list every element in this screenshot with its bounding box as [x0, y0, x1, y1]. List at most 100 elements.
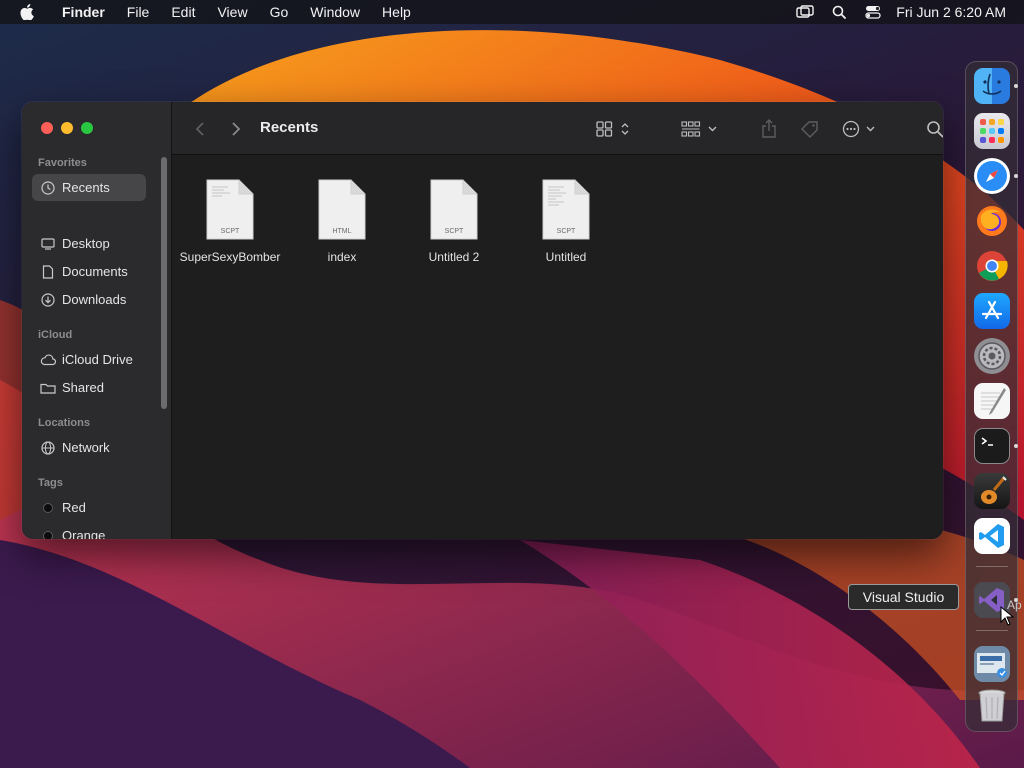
running-indicator	[1014, 174, 1018, 178]
sidebar-section-locations: Locations	[38, 417, 90, 429]
menu-edit[interactable]: Edit	[160, 0, 206, 24]
forward-button[interactable]	[226, 118, 246, 140]
running-indicator	[1014, 84, 1018, 88]
sidebar-item-label: Red	[62, 500, 86, 515]
file-item[interactable]: SCPT Untitled	[511, 179, 621, 265]
menu-app-name[interactable]: Finder	[51, 0, 116, 24]
sidebar-item-desktop[interactable]: Desktop	[32, 230, 146, 257]
window-title: Recents	[260, 119, 319, 136]
sidebar-item-downloads[interactable]: Downloads	[32, 286, 146, 313]
script-file-icon: SCPT	[206, 179, 254, 240]
dock-trash-icon[interactable]	[974, 688, 1010, 724]
menu-window[interactable]: Window	[299, 0, 371, 24]
dock-finder-icon[interactable]	[974, 68, 1010, 104]
apple-menu-icon[interactable]	[17, 0, 37, 24]
dock-terminal-icon[interactable]	[974, 428, 1010, 464]
sidebar-item-label: iCloud Drive	[62, 352, 133, 367]
sidebar-item-documents[interactable]: Documents	[32, 258, 146, 285]
dock	[965, 61, 1018, 732]
tag-dot-icon	[43, 530, 53, 539]
menu-clock[interactable]: Fri Jun 2 6:20 AM	[890, 4, 1006, 20]
menu-go[interactable]: Go	[259, 0, 300, 24]
download-icon	[40, 292, 56, 308]
sidebar-item-tag-red[interactable]: Red	[32, 494, 146, 521]
tag-button[interactable]	[798, 118, 822, 140]
file-name: SuperSexyBomber	[179, 250, 281, 264]
chevron-left-icon	[195, 122, 204, 136]
sidebar-section-tags: Tags	[38, 477, 63, 489]
sidebar-item-recents[interactable]: Recents	[32, 174, 146, 201]
tag-dot-icon	[43, 502, 53, 513]
sidebar-section-favorites: Favorites	[38, 157, 87, 169]
zoom-window-button[interactable]	[81, 122, 93, 134]
share-button[interactable]	[758, 118, 780, 140]
sidebar-item-label: Shared	[62, 380, 104, 395]
dock-app-store-icon[interactable]	[974, 293, 1010, 329]
clock-icon	[40, 180, 56, 196]
file-browser-area[interactable]: SCPT SuperSexyBomber HTML index SCPT Unt…	[172, 155, 943, 539]
sidebar-item-label: Desktop	[62, 236, 110, 251]
chevron-right-icon	[232, 122, 241, 136]
search-icon	[927, 121, 943, 138]
spotlight-icon[interactable]	[822, 0, 856, 24]
running-indicator	[1014, 444, 1018, 448]
sidebar-item-tag-orange[interactable]: Orange	[32, 522, 146, 539]
finder-toolbar: Recents	[172, 102, 943, 155]
more-actions-button[interactable]	[840, 118, 880, 140]
group-grid-icon	[681, 121, 717, 137]
shared-folder-icon	[40, 380, 56, 396]
view-mode-button[interactable]	[594, 118, 634, 140]
control-center-icon[interactable]	[856, 0, 890, 24]
mouse-pointer-icon	[1000, 605, 1015, 631]
dock-separator	[976, 566, 1008, 567]
dock-safari-icon[interactable]	[974, 158, 1010, 194]
window-controls	[41, 122, 93, 134]
sidebar-item-label: Orange	[62, 528, 106, 539]
dock-downloads-stack-icon[interactable]	[974, 646, 1010, 682]
file-item[interactable]: SCPT Untitled 2	[399, 179, 509, 265]
script-file-icon: SCPT	[430, 179, 478, 240]
file-name: index	[327, 250, 357, 264]
script-file-icon: SCPT	[542, 179, 590, 240]
dock-launchpad-icon[interactable]	[974, 113, 1010, 149]
close-window-button[interactable]	[41, 122, 53, 134]
sidebar-item-icloud-drive[interactable]: iCloud Drive	[32, 346, 146, 373]
sidebar-item-label: Documents	[62, 264, 128, 279]
svg-text:SCPT: SCPT	[445, 228, 464, 235]
svg-text:HTML: HTML	[332, 228, 351, 235]
sidebar-item-shared[interactable]: Shared	[32, 374, 146, 401]
dock-garageband-icon[interactable]	[974, 473, 1010, 509]
svg-text:SCPT: SCPT	[557, 228, 576, 235]
menu-bar: Finder File Edit View Go Window Help Fri…	[0, 0, 1024, 24]
desktop-icon	[40, 236, 56, 252]
sidebar-item-network[interactable]: Network	[32, 434, 146, 461]
dock-chrome-icon[interactable]	[974, 248, 1010, 284]
dock-tooltip: Visual Studio	[848, 584, 959, 610]
menu-help[interactable]: Help	[371, 0, 422, 24]
file-name: Untitled 2	[428, 250, 480, 264]
globe-icon	[40, 440, 56, 456]
document-icon	[40, 264, 56, 280]
file-item[interactable]: SCPT SuperSexyBomber	[175, 179, 285, 265]
group-by-button[interactable]	[680, 118, 720, 140]
minimize-window-button[interactable]	[61, 122, 73, 134]
dock-firefox-icon[interactable]	[974, 203, 1010, 239]
svg-text:SCPT: SCPT	[221, 228, 240, 235]
back-button[interactable]	[190, 118, 210, 140]
icon-grid-icon	[596, 121, 629, 137]
sidebar-section-icloud: iCloud	[38, 329, 73, 341]
dock-system-settings-icon[interactable]	[974, 338, 1010, 374]
html-file-icon: HTML	[318, 179, 366, 240]
file-name: Untitled	[545, 250, 587, 264]
menu-view[interactable]: View	[206, 0, 258, 24]
finder-sidebar: Favorites Recents Desktop Documents Down…	[22, 102, 172, 539]
dock-vscode-icon[interactable]	[974, 518, 1010, 554]
menu-file[interactable]: File	[116, 0, 161, 24]
file-item[interactable]: HTML index	[287, 179, 397, 265]
sidebar-scrollbar[interactable]	[161, 157, 167, 409]
sidebar-item-label: Recents	[62, 180, 110, 195]
screen-mirroring-icon[interactable]	[788, 0, 822, 24]
dock-textedit-icon[interactable]	[974, 383, 1010, 419]
search-button[interactable]	[924, 118, 943, 140]
share-icon	[762, 119, 776, 138]
